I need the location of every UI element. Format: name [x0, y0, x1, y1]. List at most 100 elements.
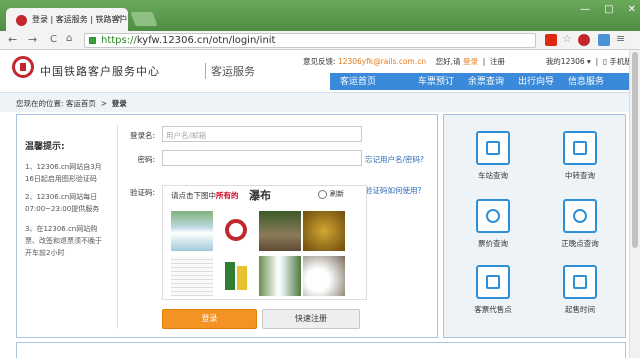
menu-info[interactable]: 信息服务 — [568, 74, 604, 87]
service-time[interactable]: 起售时间 — [546, 265, 606, 325]
forward-icon[interactable]: → — [28, 33, 37, 46]
refresh-label: 刷新 — [330, 190, 344, 198]
browser-titlebar: 登录 | 客运服务 | 铁路客户 × — □ ✕ — [0, 0, 640, 31]
captcha-image-6[interactable] — [215, 256, 257, 296]
password-label: 密码: — [137, 155, 155, 164]
star-icon[interactable]: ☆ — [562, 32, 574, 45]
site-title: 中国铁路客户服务中心 — [40, 65, 160, 78]
password-field[interactable] — [162, 150, 362, 166]
menu-guide[interactable]: 出行向导 — [518, 74, 554, 87]
menu-remaining[interactable]: 余票查询 — [468, 74, 504, 87]
my12306-link[interactable]: 我的12306 — [546, 57, 585, 66]
tip-item-3: 3、在12306.cn网站购票、改签和退票须不晚于开车前2小时 — [25, 225, 102, 257]
tip-item-2: 2、12306.cn网站每日07:00~23:00提供服务 — [25, 193, 100, 213]
service-station[interactable]: 车站查询 — [459, 131, 519, 191]
fare-icon — [476, 199, 510, 233]
breadcrumb: 您现在的位置: 客运首页 > 登录 — [16, 98, 127, 109]
station-icon — [476, 131, 510, 165]
tab-close-icon[interactable]: × — [115, 13, 123, 23]
captcha-image-4[interactable] — [303, 211, 345, 251]
captcha-prompt-text: 请点击下图中 — [171, 191, 216, 200]
scrollbar-thumb[interactable] — [632, 52, 638, 248]
service-station-label: 车站查询 — [478, 171, 508, 180]
flag-icon[interactable] — [545, 34, 557, 46]
captcha-image-2[interactable] — [215, 211, 257, 251]
captcha-prompt-emphasis: 所有的 — [216, 191, 239, 200]
breadcrumb-home[interactable]: 客运首页 — [66, 99, 96, 108]
menu-icon[interactable]: ≡ — [616, 32, 628, 45]
captcha-widget: 请点击下图中所有的 瀑布 刷新 — [162, 185, 367, 300]
calendar-icon — [563, 265, 597, 299]
login-link[interactable]: 登录 — [463, 57, 478, 66]
register-link[interactable]: 注册 — [490, 57, 505, 66]
adblock-icon[interactable] — [578, 34, 590, 46]
service-agency[interactable]: 客票代售点 — [459, 265, 519, 325]
service-transfer-label: 中转查询 — [565, 171, 595, 180]
close-window-icon[interactable]: ✕ — [628, 4, 636, 15]
captcha-refresh-button[interactable]: 刷新 — [318, 189, 344, 199]
url-path: kyfw.12306.cn/otn/login/init — [136, 35, 276, 46]
bottom-panel — [16, 342, 626, 358]
captcha-label: 验证码: — [129, 188, 155, 197]
quick-register-button[interactable]: 快速注册 — [262, 309, 360, 329]
breadcrumb-label: 您现在的位置: — [16, 99, 64, 108]
window-controls: — □ ✕ — [580, 4, 636, 15]
login-panel: 温馨提示: 1、12306.cn网站自3月16日起启用图形验证码 2、12306… — [16, 114, 438, 338]
breadcrumb-separator: > — [100, 99, 107, 108]
feedback-email-link[interactable]: 12306yfk@rails.com.cn — [338, 57, 426, 66]
feedback-label: 意见反馈: — [303, 57, 336, 66]
service-fare-label: 票价查询 — [478, 239, 508, 248]
service-clock-label: 正晚点查询 — [561, 239, 599, 248]
greeting-text: 您好,请 — [435, 57, 461, 66]
main-menu: 客运首页 车票预订 余票查询 出行向导 信息服务 — [330, 73, 640, 90]
service-transfer[interactable]: 中转查询 — [546, 131, 606, 191]
browser-tab[interactable]: 登录 | 客运服务 | 铁路客户 × — [6, 8, 128, 31]
url-scheme: https:// — [101, 35, 137, 46]
home-icon[interactable]: ⌂ — [66, 33, 72, 44]
panel-divider — [117, 125, 118, 329]
browser-toolbar: ← → C ⌂ https://kyfw.12306.cn/otn/login/… — [0, 31, 640, 50]
new-tab-button[interactable] — [130, 12, 158, 26]
tip-item-1: 1、12306.cn网站自3月16日起启用图形验证码 — [25, 163, 102, 183]
captcha-word: 瀑布 — [249, 189, 271, 202]
railway-logo-icon — [12, 56, 34, 78]
username-field[interactable]: 用户名/邮箱 — [162, 126, 362, 142]
captcha-image-1[interactable] — [171, 211, 213, 251]
lock-icon — [89, 37, 96, 44]
service-agency-label: 客票代售点 — [474, 305, 512, 314]
menu-booking[interactable]: 车票预订 — [418, 74, 454, 87]
mobile-icon[interactable]: ▯ — [603, 57, 607, 66]
login-button[interactable]: 登录 — [162, 309, 257, 329]
tab-title: 登录 | 客运服务 | 铁路客户 — [32, 15, 128, 24]
address-bar[interactable]: https://kyfw.12306.cn/otn/login/init — [84, 33, 536, 48]
menu-home[interactable]: 客运首页 — [340, 74, 376, 87]
page-scrollbar[interactable] — [629, 50, 640, 358]
tips-column: 温馨提示: 1、12306.cn网站自3月16日起启用图形验证码 2、12306… — [25, 115, 115, 337]
back-icon[interactable]: ← — [8, 33, 17, 46]
camera-icon[interactable] — [598, 34, 610, 46]
captcha-image-8[interactable] — [303, 256, 345, 296]
maximize-icon[interactable]: □ — [604, 4, 613, 15]
transfer-icon — [563, 131, 597, 165]
top-links: 意见反馈: 12306yfk@rails.com.cn 您好,请 登录 | 注册… — [303, 57, 632, 66]
service-time-label: 起售时间 — [565, 305, 595, 314]
captcha-help-link[interactable]: 验证码如何使用? — [365, 185, 421, 196]
minimize-icon[interactable]: — — [580, 4, 590, 15]
forgot-link[interactable]: 忘记用户名/密码? — [365, 154, 424, 165]
service-fare[interactable]: 票价查询 — [459, 199, 519, 259]
breadcrumb-current: 登录 — [111, 99, 127, 108]
captcha-prompt: 请点击下图中所有的 — [171, 190, 239, 201]
clock-icon — [563, 199, 597, 233]
reload-icon[interactable]: C — [50, 34, 57, 45]
captcha-image-5[interactable] — [171, 256, 213, 296]
username-label: 登录名: — [129, 131, 155, 140]
breadcrumb-bar: 您现在的位置: 客运首页 > 登录 — [0, 92, 640, 112]
service-clock[interactable]: 正晚点查询 — [546, 199, 606, 259]
railway-favicon-icon — [16, 15, 27, 26]
refresh-icon — [318, 189, 327, 199]
services-panel: 车站查询 中转查询 票价查询 正晚点查询 客票代售点 起售时间 — [443, 114, 626, 338]
captcha-image-3[interactable] — [259, 211, 301, 251]
captcha-image-7[interactable] — [259, 256, 301, 296]
site-subtitle: 客运服务 — [205, 63, 255, 79]
agency-icon — [476, 265, 510, 299]
